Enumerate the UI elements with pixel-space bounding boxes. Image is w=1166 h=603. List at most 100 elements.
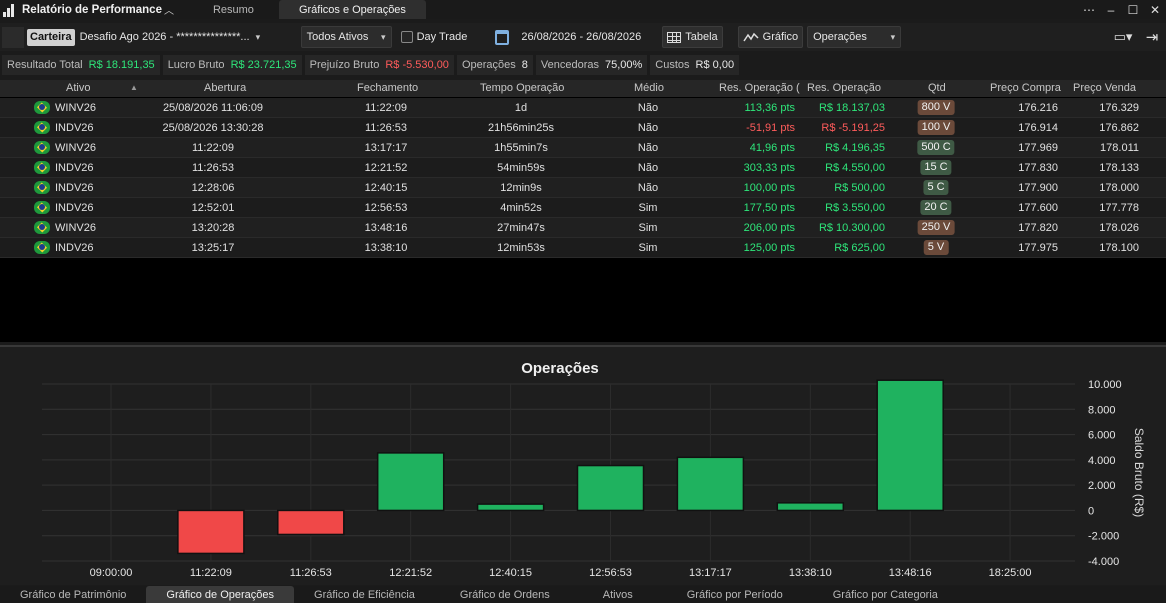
table-header: Ativo ▲ Abertura Fechamento Tempo Operaç… xyxy=(0,80,1166,97)
tab-grafico-operacoes[interactable]: Gráfico de Operações xyxy=(146,586,295,603)
cell-ativo: INDV26 xyxy=(55,202,94,214)
cell-venda: 178.133 xyxy=(1099,162,1139,174)
table-row[interactable]: WINV26 13:20:28 13:48:16 27min47s Sim 206,00 … xyxy=(0,218,1166,238)
assets-select[interactable]: Todos Ativos ▾ xyxy=(300,26,392,48)
tab-grafico-categoria[interactable]: Gráfico por Categoria xyxy=(809,586,962,603)
col-preco-compra[interactable]: Preço Compra xyxy=(990,82,1061,94)
table-row[interactable]: INDV26 12:28:06 12:40:15 12min9s Não 100,00 p… xyxy=(0,178,1166,198)
col-preco-venda[interactable]: Preço Venda xyxy=(1073,82,1136,94)
table-row[interactable]: INDV26 13:25:17 13:38:10 12min53s Sim 125,00 … xyxy=(0,238,1166,258)
cell-res-pts: 125,00 pts xyxy=(743,242,795,254)
bar-8[interactable] xyxy=(876,379,944,512)
tab-ativos[interactable]: Ativos xyxy=(575,586,661,603)
tab-grafico-periodo[interactable]: Gráfico por Período xyxy=(661,586,809,603)
tab-grafico-patrimonio[interactable]: Gráfico de Patrimônio xyxy=(0,586,146,603)
cell-tempo: 54min59s xyxy=(497,162,545,174)
cell-abertura: 12:28:06 xyxy=(191,182,235,194)
account-select[interactable]: Desafio Ago 2026 - ***************... ▾ xyxy=(75,26,296,48)
tab-grafico-ordens[interactable]: Gráfico de Ordens xyxy=(435,586,575,603)
summary-bar: Resultado Total R$ 18.191,35 Lucro Bruto R… xyxy=(0,54,1166,76)
maximize-icon[interactable]: ☐ xyxy=(1122,3,1144,17)
cell-res-rs: R$ 625,00 xyxy=(834,242,885,254)
chart-type-select[interactable]: Operações ▾ xyxy=(807,26,902,48)
col-res-operacao[interactable]: Res. Operação xyxy=(807,82,881,94)
cell-compra: 177.900 xyxy=(1018,182,1058,194)
date-range-picker[interactable]: 26/08/2026 - 26/08/2026 xyxy=(490,26,646,48)
cell-fechamento: 13:38:10 xyxy=(364,242,408,254)
bar-7[interactable] xyxy=(776,502,845,512)
cell-abertura: 12:52:01 xyxy=(191,202,235,214)
col-ativo[interactable]: Ativo xyxy=(66,82,90,94)
close-icon[interactable]: ✕ xyxy=(1144,3,1166,17)
qty-badge: 500 C xyxy=(917,140,955,155)
summary-lucro-bruto: Lucro Bruto R$ 23.721,35 xyxy=(162,55,302,75)
col-fechamento[interactable]: Fechamento xyxy=(357,82,418,94)
cell-res-rs: R$ 500,00 xyxy=(834,182,885,194)
cell-abertura: 11:22:09 xyxy=(191,142,235,154)
bar-2[interactable] xyxy=(277,509,345,536)
cell-abertura: 11:26:53 xyxy=(191,162,235,174)
x-tick-label: 11:26:53 xyxy=(290,567,332,579)
cell-tempo: 1d xyxy=(514,102,528,114)
cell-res-rs: R$ 4.550,00 xyxy=(825,162,885,174)
carteira-button[interactable]: Carteira xyxy=(27,28,75,46)
app-title[interactable]: Relatório de Performance xyxy=(22,4,162,16)
brazil-flag-icon xyxy=(34,101,50,114)
cell-res-pts: 41,96 pts xyxy=(749,142,795,154)
summary-resultado-total: Resultado Total R$ 18.191,35 xyxy=(2,55,160,75)
chart-view-button[interactable]: Gráfico xyxy=(737,26,804,48)
cell-res-pts: 113,36 pts xyxy=(744,102,795,114)
col-tempo-operacao[interactable]: Tempo Operação xyxy=(480,82,564,94)
bottom-tabs: Gráfico de Patrimônio Gráfico de Operaçõ… xyxy=(0,586,1166,603)
table-row[interactable]: INDV26 25/08/2026 13:30:28 11:26:53 21h56mi… xyxy=(0,118,1166,138)
checkbox-icon xyxy=(400,31,413,43)
bar-3[interactable] xyxy=(376,452,445,512)
cell-fechamento: 11:26:53 xyxy=(364,122,408,134)
cell-medio: Não xyxy=(637,122,659,134)
performance-report-icon xyxy=(3,3,19,17)
y-axis-label: Saldo Bruto (R$) xyxy=(1132,428,1146,517)
cell-venda: 176.862 xyxy=(1099,122,1139,134)
exit-icon[interactable]: ⇥ xyxy=(1138,28,1166,46)
table-row[interactable]: INDV26 11:26:53 12:21:52 54min59s Não 303,33 … xyxy=(0,158,1166,178)
col-res-operacao-pts[interactable]: Res. Operação ( xyxy=(719,82,800,94)
x-tick-label: 11:22:09 xyxy=(190,567,232,579)
cell-ativo: INDV26 xyxy=(55,242,94,254)
cell-ativo: WINV26 xyxy=(55,222,96,234)
minimize-icon[interactable]: – xyxy=(1100,3,1122,17)
more-options-icon[interactable]: ⋯ xyxy=(1078,3,1100,17)
y-tick-label: -2.000 xyxy=(1088,531,1119,543)
chevron-up-icon[interactable]: ︿ xyxy=(164,2,174,17)
table-row[interactable]: WINV26 11:22:09 13:17:17 1h55min7s Não 41,96 … xyxy=(0,138,1166,158)
col-abertura[interactable]: Abertura xyxy=(204,82,246,94)
tab-grafico-eficiencia[interactable]: Gráfico de Eficiência xyxy=(294,586,435,603)
cell-compra: 177.969 xyxy=(1018,142,1058,154)
cell-compra: 176.914 xyxy=(1018,122,1058,134)
col-medio[interactable]: Médio xyxy=(634,82,664,94)
daytrade-checkbox[interactable]: Day Trade xyxy=(396,26,473,48)
bar-5[interactable] xyxy=(576,464,645,512)
cell-abertura: 25/08/2026 13:30:28 xyxy=(162,122,264,134)
tab-resumo[interactable]: Resumo xyxy=(192,0,275,19)
bar-1[interactable] xyxy=(177,509,245,555)
col-qtd[interactable]: Qtd xyxy=(928,82,946,94)
y-tick-label: 8.000 xyxy=(1088,404,1116,416)
cell-medio: Sim xyxy=(638,242,658,254)
table-row[interactable]: INDV26 12:52:01 12:56:53 4min52s Sim 177,50 p… xyxy=(0,198,1166,218)
table-row[interactable]: WINV26 25/08/2026 11:06:09 11:22:09 1d Não 11… xyxy=(0,98,1166,118)
table-icon xyxy=(667,31,682,43)
tab-graficos-operacoes[interactable]: Gráficos e Operações xyxy=(278,0,426,19)
cell-tempo: 12min53s xyxy=(497,242,545,254)
bar-6[interactable] xyxy=(676,456,745,512)
color-swatch[interactable] xyxy=(2,26,24,48)
summary-operacoes: Operações 8 xyxy=(456,55,533,75)
qty-badge: 15 C xyxy=(920,160,952,175)
cell-ativo: INDV26 xyxy=(55,122,94,134)
brazil-flag-icon xyxy=(34,201,50,214)
print-icon[interactable]: ▭▾ xyxy=(1108,29,1138,45)
table-view-button[interactable]: Tabela xyxy=(662,26,723,48)
x-tick-label: 12:40:15 xyxy=(489,567,532,579)
cell-tempo: 4min52s xyxy=(500,202,542,214)
bar-4[interactable] xyxy=(476,503,545,512)
cell-res-pts: 206,00 pts xyxy=(743,222,795,234)
